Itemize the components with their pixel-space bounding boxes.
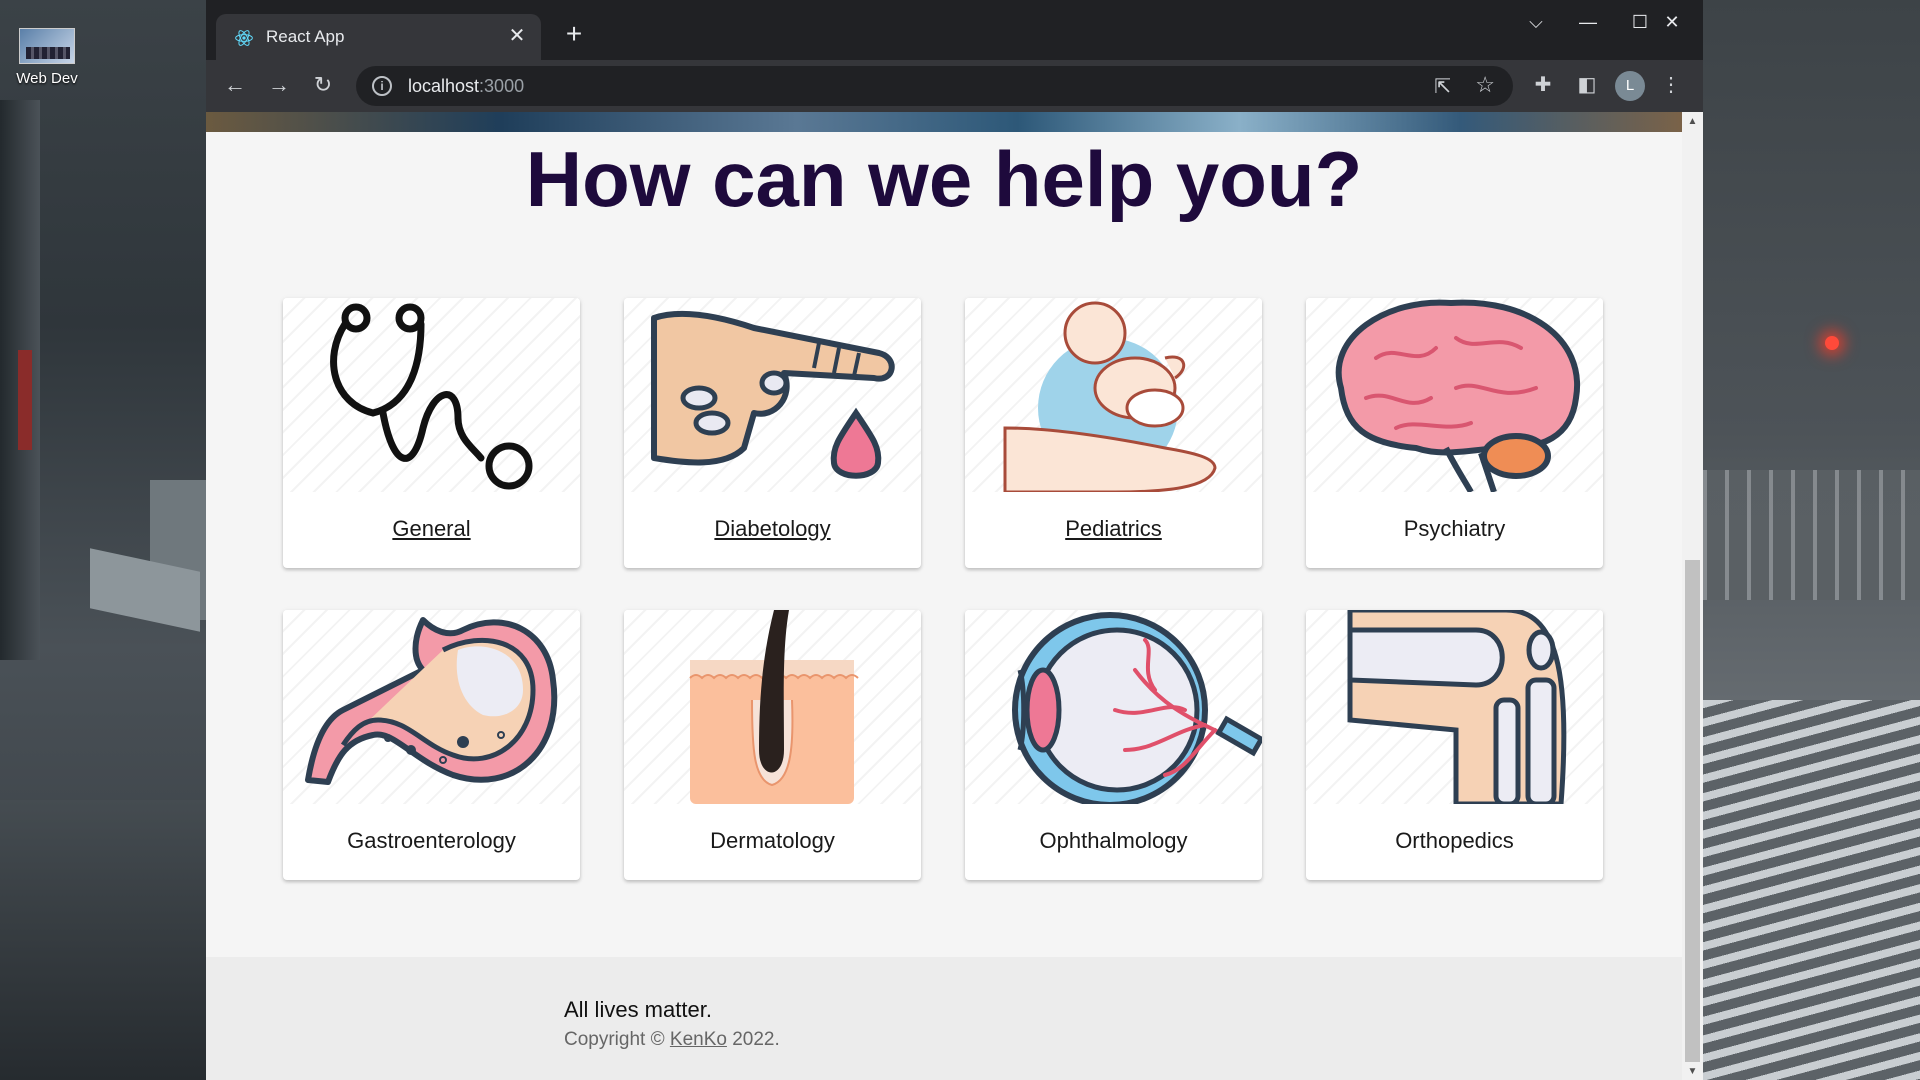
site-info-icon[interactable]: i: [372, 76, 392, 96]
scroll-up-arrow-icon[interactable]: ▲: [1682, 116, 1703, 130]
hero-image-strip: [206, 112, 1682, 132]
service-label-pediatrics[interactable]: Pediatrics: [965, 516, 1262, 542]
url-host: localhost: [408, 76, 480, 96]
stomach-icon: [283, 610, 580, 804]
page-footer: All lives matter. Copyright © KenKo 2022…: [206, 957, 1682, 1080]
scroll-down-arrow-icon[interactable]: ▼: [1682, 1066, 1703, 1080]
blood-drop-finger-icon: [624, 298, 921, 492]
service-card-pediatrics[interactable]: Pediatrics: [965, 298, 1262, 568]
react-logo-icon: [235, 30, 253, 46]
wallpaper-fence: [1703, 470, 1920, 600]
forward-arrow-icon[interactable]: →: [264, 72, 294, 98]
wallpaper-signal-light: [1825, 336, 1839, 350]
tab-title: React App: [266, 27, 345, 46]
tab-search-chevron-icon[interactable]: ⌵: [1516, 12, 1556, 33]
close-window-button[interactable]: ✕: [1652, 12, 1692, 33]
url-port: :3000: [479, 76, 525, 96]
stethoscope-icon: [283, 298, 580, 492]
wallpaper-fire-extinguisher: [18, 350, 32, 450]
baby-in-hand-icon: [965, 298, 1262, 492]
vertical-scrollbar[interactable]: ▲ ▼: [1682, 112, 1703, 1080]
service-card-dermatology[interactable]: Dermatology: [624, 610, 921, 880]
bookmark-star-icon[interactable]: ☆: [1475, 72, 1495, 98]
service-card-gastroenterology[interactable]: Gastroenterology: [283, 610, 580, 880]
eye-icon: [965, 610, 1262, 804]
minimize-button[interactable]: —: [1568, 12, 1608, 33]
brain-icon: [1306, 298, 1603, 492]
skin-hair-icon: [624, 610, 921, 804]
service-card-general[interactable]: General: [283, 298, 580, 568]
desktop-shortcut-label: Web Dev: [16, 70, 78, 87]
page-title: How can we help you?: [525, 135, 1363, 223]
url-text: localhost:3000: [408, 76, 524, 97]
copyright-year: 2022.: [732, 1029, 780, 1050]
scrollbar-thumb[interactable]: [1685, 560, 1700, 1062]
service-label-diabetology[interactable]: Diabetology: [624, 516, 921, 542]
address-bar[interactable]: i localhost:3000 ⇱ ☆: [356, 66, 1513, 106]
service-label-general[interactable]: General: [283, 516, 580, 542]
browser-window: React App ✕ + ⌵ — ☐ ✕ ← → ↻ i localhost:…: [206, 0, 1703, 1080]
service-card-psychiatry[interactable]: Psychiatry: [1306, 298, 1603, 568]
reload-icon[interactable]: ↻: [308, 72, 338, 98]
page-viewport: How can we help you? General Diabetology…: [206, 112, 1703, 1080]
folder-thumbnail-icon: [19, 28, 75, 64]
service-card-orthopedics[interactable]: Orthopedics: [1306, 610, 1603, 880]
service-card-diabetology[interactable]: Diabetology: [624, 298, 921, 568]
service-label-ophthalmology: Ophthalmology: [1039, 828, 1188, 853]
tab-close-icon[interactable]: ✕: [505, 24, 529, 48]
footer-copyright: Copyright © KenKo 2022.: [564, 1029, 780, 1051]
copyright-prefix: Copyright ©: [564, 1029, 665, 1050]
menu-kebab-icon[interactable]: ⋮: [1656, 72, 1686, 97]
brand-link[interactable]: KenKo: [670, 1029, 727, 1050]
back-arrow-icon[interactable]: ←: [220, 72, 250, 98]
wallpaper-floor: [0, 800, 206, 1080]
desktop-shortcut-web-dev[interactable]: Web Dev: [8, 28, 86, 87]
wallpaper-railway-track: [1703, 700, 1920, 1080]
extensions-puzzle-icon[interactable]: ✚: [1528, 72, 1558, 97]
browser-toolbar: ← → ↻ i localhost:3000 ⇱ ☆ ✚ ◧ L ⋮: [206, 60, 1703, 112]
service-label-gastroenterology: Gastroenterology: [347, 828, 516, 853]
share-icon[interactable]: ⇱: [1434, 74, 1451, 99]
browser-tab[interactable]: React App ✕: [216, 14, 541, 60]
side-panel-icon[interactable]: ◧: [1572, 72, 1602, 97]
service-label-orthopedics: Orthopedics: [1395, 828, 1514, 853]
service-label-dermatology: Dermatology: [710, 828, 835, 853]
desktop-wallpaper-left: [0, 0, 206, 1080]
browser-titlebar: React App ✕ + ⌵ — ☐ ✕: [206, 0, 1703, 60]
service-label-psychiatry: Psychiatry: [1403, 516, 1506, 541]
new-tab-button[interactable]: +: [558, 20, 590, 48]
desktop-wallpaper-right: [1703, 0, 1920, 1080]
service-card-ophthalmology[interactable]: Ophthalmology: [965, 610, 1262, 880]
profile-avatar[interactable]: L: [1615, 71, 1645, 101]
footer-message: All lives matter.: [564, 997, 712, 1022]
knee-joint-icon: [1306, 610, 1603, 804]
